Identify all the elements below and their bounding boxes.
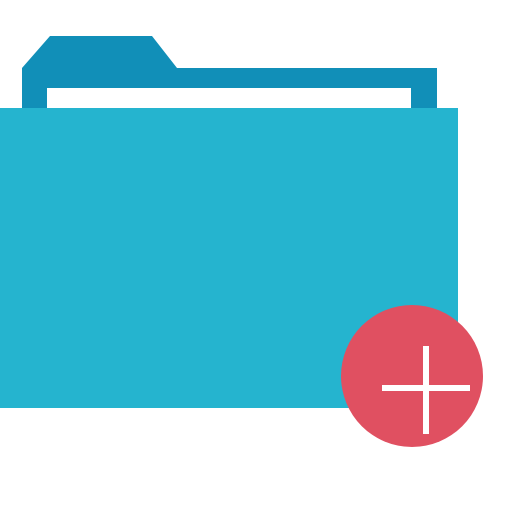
add-folder-graphic	[0, 36, 483, 447]
plus-badge-circle	[341, 305, 483, 447]
folder-paper	[47, 88, 411, 110]
plus-badge[interactable]	[341, 305, 483, 447]
add-folder-icon	[0, 0, 512, 512]
plus-icon-vertical	[423, 346, 429, 434]
